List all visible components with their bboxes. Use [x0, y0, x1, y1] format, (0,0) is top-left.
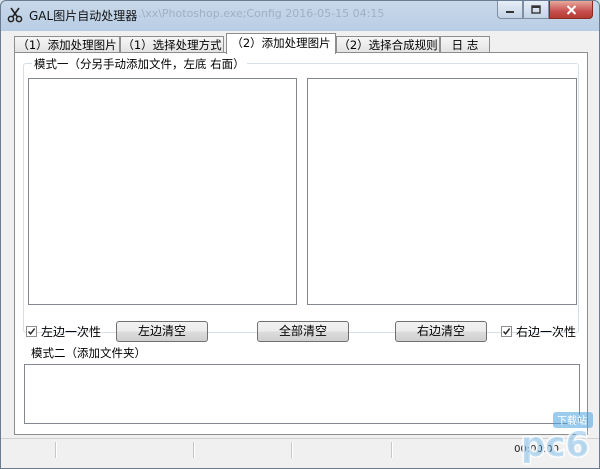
tab-select-rule-2[interactable]: （2）选择合成规则 — [336, 36, 440, 53]
clear-left-button[interactable]: 左边清空 — [116, 321, 208, 342]
status-divider — [193, 442, 195, 458]
right-once-checkbox-box[interactable] — [501, 326, 512, 337]
pc6-watermark-logo: pc6 pc6 下载站 — [520, 412, 593, 466]
minimize-icon — [506, 10, 514, 13]
maximize-button[interactable] — [523, 1, 549, 19]
mode1-label: 模式一（分另手动添加文件，左底 右面） — [32, 56, 247, 72]
status-bar: 00:00:00 — [1, 438, 599, 461]
minimize-button[interactable] — [497, 1, 523, 19]
mode2-label: 模式二（添加文件夹） — [29, 345, 148, 361]
tab-log[interactable]: 日 志 — [440, 36, 490, 53]
clear-all-button[interactable]: 全部清空 — [257, 321, 349, 342]
right-once-label: 右边一次性 — [516, 325, 577, 339]
tab-select-method-1[interactable]: （1）选择处理方式 — [120, 36, 224, 53]
window-controls — [497, 1, 593, 21]
watermark-text: 下载站 — [557, 414, 587, 427]
status-divider — [55, 442, 57, 458]
right-file-list[interactable] — [307, 78, 577, 305]
window-title-ghost: ...\xx\Photoshop.exe;Config 2016-05-15 0… — [131, 7, 385, 20]
client-area: （1）添加处理图片 （1）选择处理方式 （2）添加处理图片 （2）选择合成规则 … — [8, 31, 592, 437]
app-window: GAL图片自动处理器 ...\xx\Photoshop.exe;Config 2… — [0, 0, 600, 469]
left-file-list[interactable] — [28, 78, 297, 305]
status-divider — [291, 442, 293, 458]
left-once-checkbox-box[interactable] — [26, 326, 37, 337]
tab-add-images-2[interactable]: （2）添加处理图片 — [226, 33, 336, 54]
left-once-checkbox[interactable]: 左边一次性 — [26, 323, 101, 340]
title-bar[interactable]: GAL图片自动处理器 ...\xx\Photoshop.exe;Config 2… — [1, 1, 599, 29]
left-once-label: 左边一次性 — [41, 325, 102, 339]
close-icon — [566, 4, 576, 15]
right-once-checkbox[interactable]: 右边一次性 — [501, 323, 576, 340]
close-button[interactable] — [549, 1, 593, 19]
scissors-icon — [7, 7, 23, 23]
clear-right-button[interactable]: 右边清空 — [395, 321, 487, 342]
status-divider — [391, 442, 393, 458]
window-title: GAL图片自动处理器 — [29, 9, 138, 23]
folder-list[interactable] — [24, 364, 580, 424]
tab-add-images-1[interactable]: （1）添加处理图片 — [14, 36, 120, 53]
checkmark-icon — [502, 328, 511, 335]
svg-text:pc6: pc6 — [521, 425, 589, 465]
checkmark-icon — [27, 328, 36, 335]
maximize-icon — [531, 5, 541, 14]
tab-page: 模式一（分另手动添加文件，左底 右面） 左边一次性 左边清空 全部清空 右边清空… — [14, 52, 588, 435]
